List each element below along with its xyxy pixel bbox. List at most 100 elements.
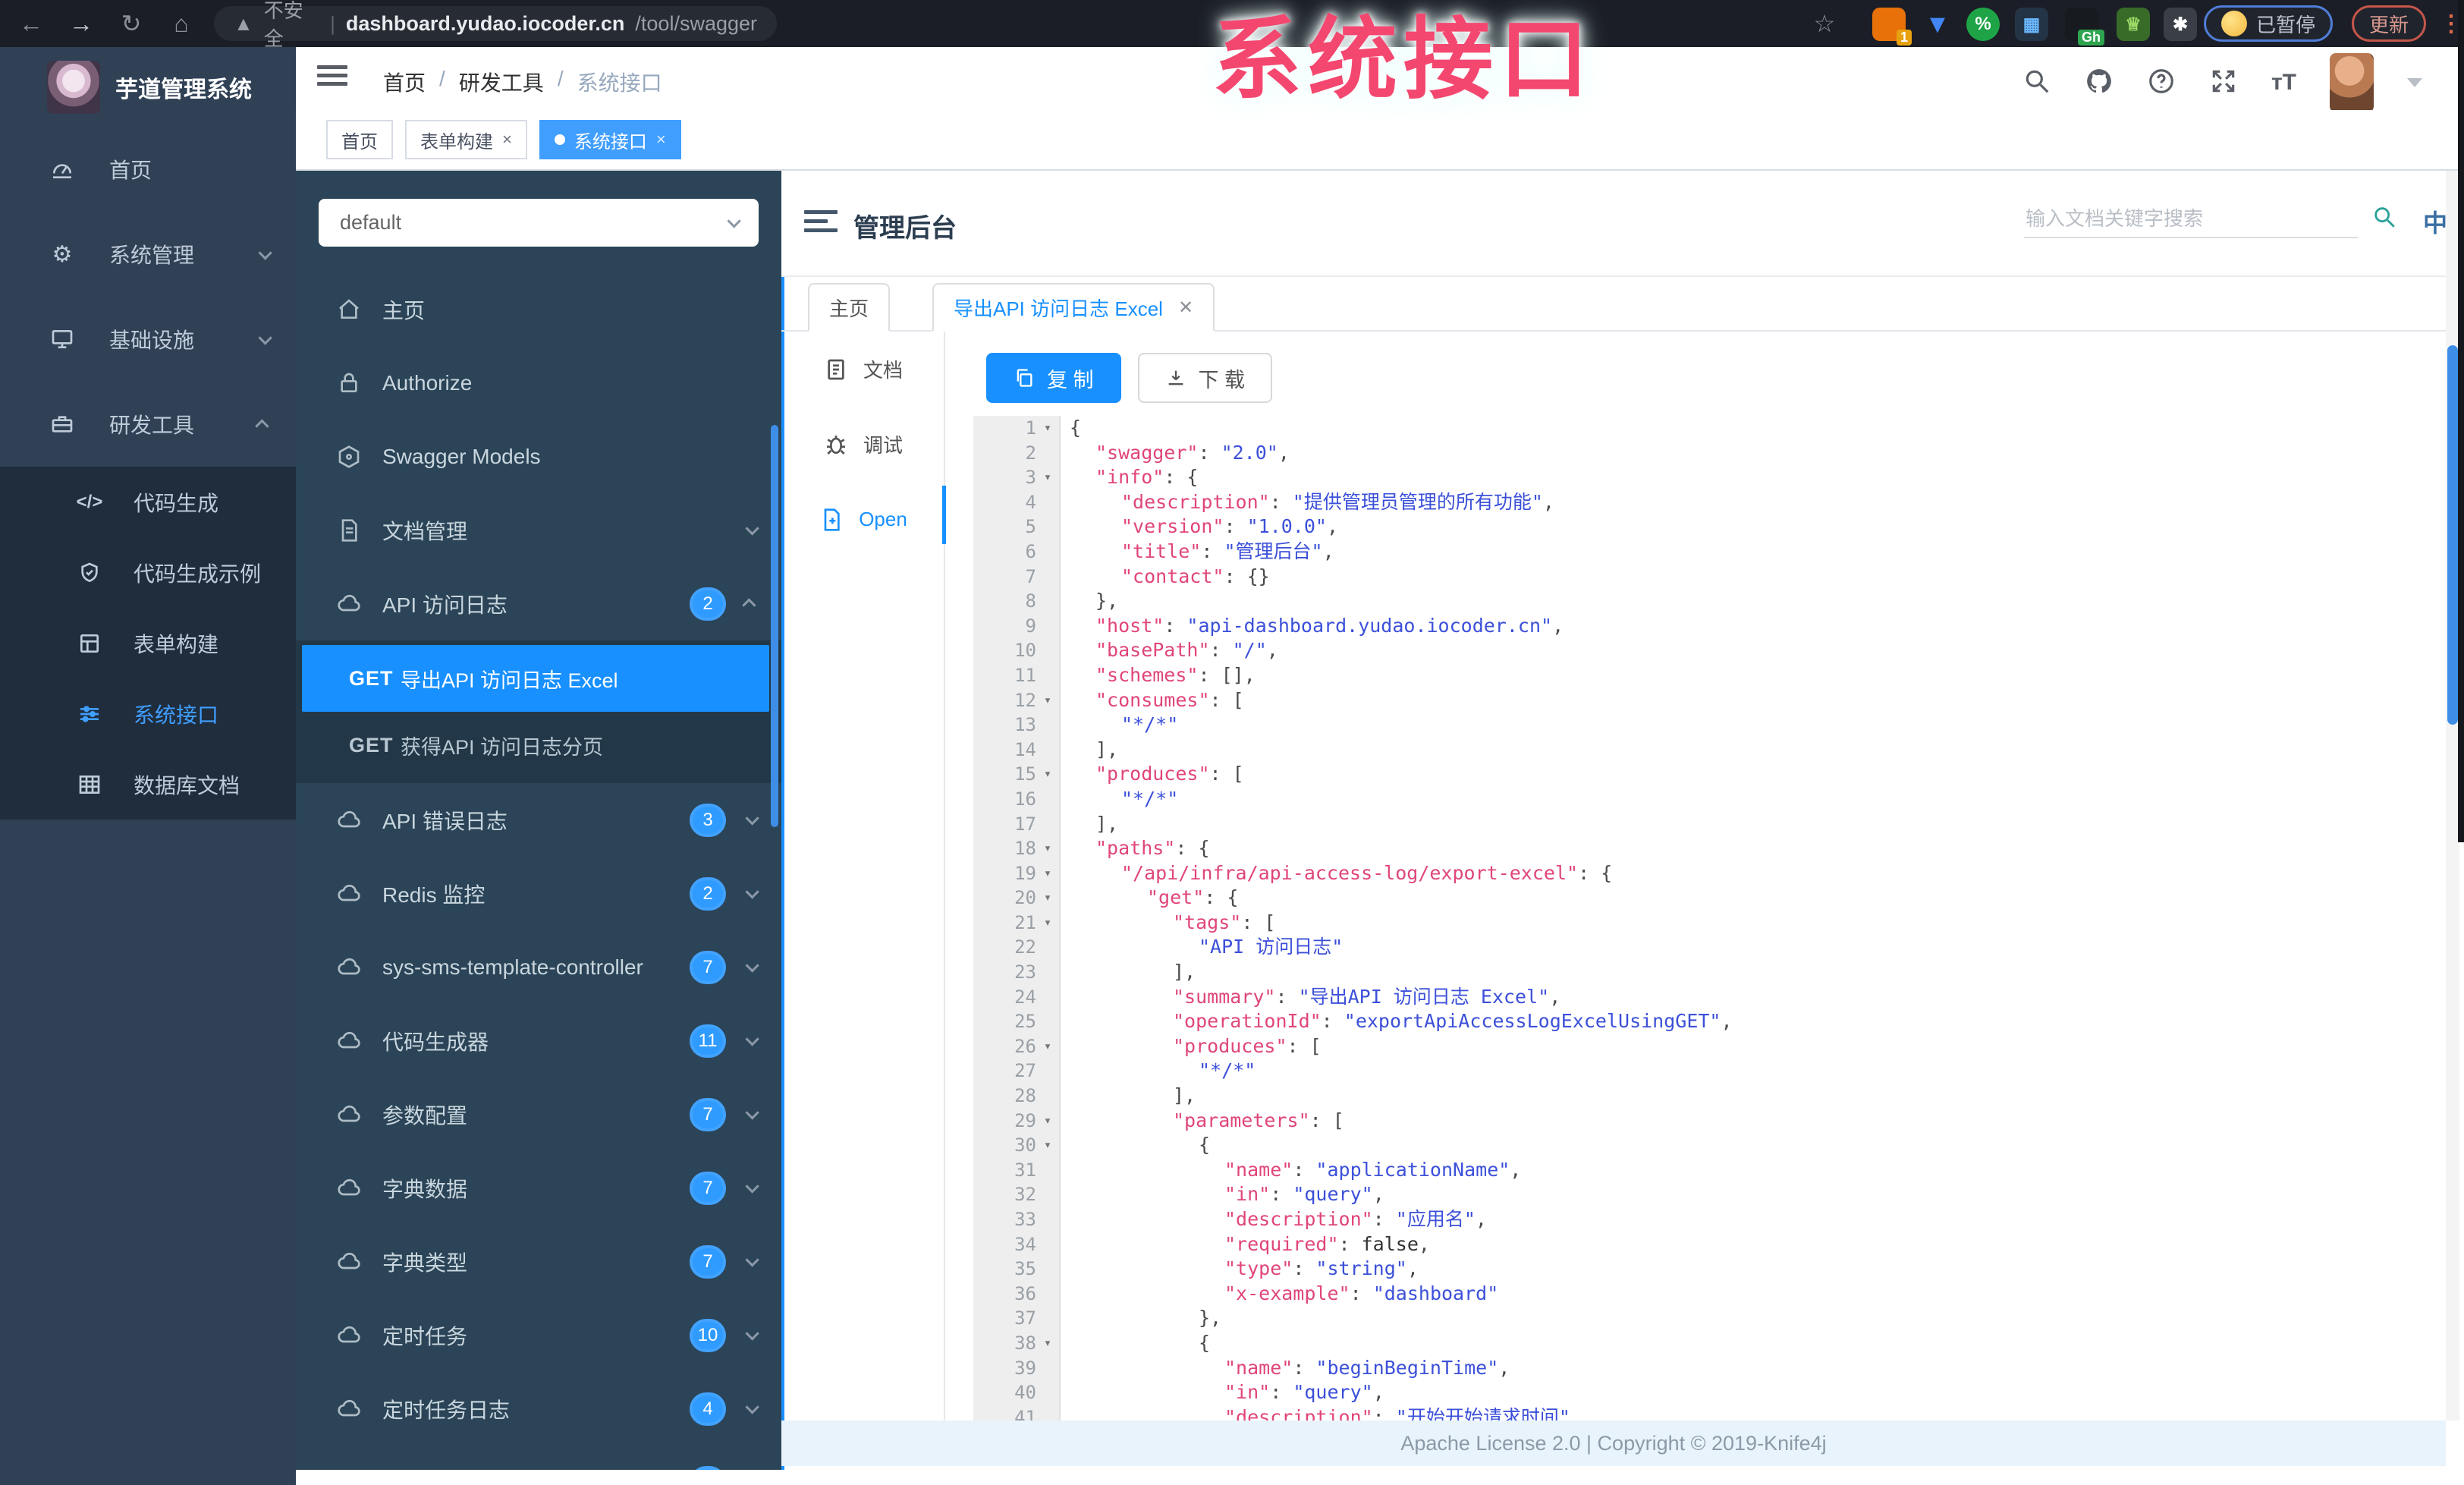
line-number-gutter[interactable]: 14 bbox=[973, 737, 1061, 763]
download-button[interactable]: 下 载 bbox=[1137, 353, 1273, 403]
sidebar-subitem-代码生成[interactable]: </> 代码生成 bbox=[0, 467, 296, 537]
avatar[interactable] bbox=[2330, 53, 2374, 112]
sidebar-item-基础设施[interactable]: 基础设施 bbox=[0, 297, 296, 382]
menu-fold-icon[interactable] bbox=[804, 210, 838, 238]
line-number-gutter[interactable]: 17 bbox=[973, 811, 1061, 837]
api-group-主页[interactable]: 主页 bbox=[296, 272, 781, 346]
line-number-gutter[interactable]: 32 bbox=[973, 1182, 1061, 1207]
line-number-gutter[interactable]: 6 bbox=[973, 539, 1061, 565]
line-number-gutter[interactable]: 19 ▾ bbox=[973, 860, 1061, 886]
sidebar-subitem-表单构建[interactable]: 表单构建 bbox=[0, 608, 296, 678]
line-number-gutter[interactable]: 21 ▾ bbox=[973, 910, 1061, 936]
address-bar[interactable]: ▲ 不安全 | dashboard.yudao.iocoder.cn /tool… bbox=[214, 0, 777, 50]
fold-icon[interactable]: ▾ bbox=[1036, 465, 1059, 490]
sidebar-item-首页[interactable]: 首页 bbox=[0, 127, 296, 212]
line-number-gutter[interactable]: 41 bbox=[973, 1405, 1061, 1421]
api-group-API 错误日志[interactable]: API 错误日志 3 bbox=[296, 783, 781, 857]
api-group-参数配置[interactable]: 参数配置 7 bbox=[296, 1078, 781, 1151]
fold-icon[interactable]: ▾ bbox=[1036, 911, 1059, 936]
fold-icon[interactable]: ▾ bbox=[1036, 836, 1059, 861]
fold-icon[interactable]: ▾ bbox=[1036, 861, 1059, 886]
sidebar-scrollbar[interactable] bbox=[771, 425, 778, 827]
line-number-gutter[interactable]: 2 bbox=[973, 440, 1061, 466]
sidebar-subitem-系统接口[interactable]: 系统接口 bbox=[0, 678, 296, 749]
api-endpoint-获得API 访问日志分页[interactable]: GET 获得API 访问日志分页 bbox=[302, 712, 769, 779]
line-number-gutter[interactable]: 29 ▾ bbox=[973, 1108, 1061, 1134]
line-number-gutter[interactable]: 23 bbox=[973, 960, 1061, 985]
line-number-gutter[interactable]: 26 ▾ bbox=[973, 1034, 1061, 1059]
doc-search-icon[interactable] bbox=[2371, 204, 2397, 234]
api-group-字典数据[interactable]: 字典数据 7 bbox=[296, 1151, 781, 1225]
line-number-gutter[interactable]: 38 ▾ bbox=[973, 1330, 1061, 1356]
line-number-gutter[interactable]: 20 ▾ bbox=[973, 886, 1061, 911]
breadcrumb-item[interactable]: 研发工具 bbox=[459, 67, 544, 97]
api-group-代码生成器[interactable]: 代码生成器 11 bbox=[296, 1004, 781, 1078]
fold-icon[interactable]: ▾ bbox=[1036, 1133, 1059, 1158]
line-number-gutter[interactable]: 39 bbox=[973, 1355, 1061, 1381]
sidebar-item-系统管理[interactable]: ⚙ 系统管理 bbox=[0, 212, 296, 297]
line-number-gutter[interactable]: 24 bbox=[973, 984, 1061, 1010]
api-group-定时任务[interactable]: 定时任务 10 bbox=[296, 1298, 781, 1372]
mini-nav-Open[interactable]: Open bbox=[781, 482, 944, 557]
extension-icon[interactable]: Gh bbox=[2065, 8, 2104, 46]
line-number-gutter[interactable]: 28 bbox=[973, 1084, 1061, 1109]
extension-icon[interactable]: % bbox=[1966, 8, 2000, 41]
help-icon[interactable] bbox=[2147, 67, 2176, 99]
copy-button[interactable]: 复 制 bbox=[986, 353, 1121, 403]
app-logo[interactable]: 芋道管理系统 bbox=[0, 47, 296, 127]
search-icon[interactable] bbox=[2022, 67, 2051, 99]
api-group-Swagger Models[interactable]: Swagger Models bbox=[296, 420, 781, 493]
sidebar-collapse-icon[interactable] bbox=[317, 65, 347, 91]
fold-icon[interactable]: ▾ bbox=[1036, 1034, 1059, 1059]
sidebar-item-研发工具[interactable]: 研发工具 bbox=[0, 382, 296, 467]
line-number-gutter[interactable]: 25 bbox=[973, 1009, 1061, 1034]
browser-update-button[interactable]: 更新 bbox=[2352, 5, 2427, 42]
line-number-gutter[interactable]: 9 bbox=[973, 613, 1061, 639]
fullscreen-icon[interactable] bbox=[2209, 67, 2238, 99]
line-number-gutter[interactable]: 30 ▾ bbox=[973, 1133, 1061, 1158]
fold-icon[interactable]: ▾ bbox=[1036, 688, 1059, 713]
fold-icon[interactable]: ▾ bbox=[1036, 762, 1059, 787]
line-number-gutter[interactable]: 40 bbox=[973, 1380, 1061, 1405]
extension-icon[interactable]: 1 bbox=[1872, 8, 1912, 46]
api-group-定时任务日志[interactable]: 定时任务日志 4 bbox=[296, 1372, 781, 1446]
fold-icon[interactable]: ▾ bbox=[1036, 886, 1059, 911]
chevron-down-icon[interactable] bbox=[2407, 78, 2422, 87]
tag-表单构建[interactable]: 表单构建 × bbox=[405, 120, 527, 159]
line-number-gutter[interactable]: 11 bbox=[973, 662, 1061, 688]
line-number-gutter[interactable]: 12 ▾ bbox=[973, 687, 1061, 713]
extension-icon[interactable]: ▼ bbox=[1921, 8, 1954, 41]
api-group-文档管理[interactable]: 文档管理 bbox=[296, 493, 781, 567]
browser-back-icon[interactable]: ← bbox=[14, 6, 49, 41]
line-number-gutter[interactable]: 37 bbox=[973, 1306, 1061, 1331]
line-number-gutter[interactable]: 33 bbox=[973, 1207, 1061, 1232]
api-group-岗位[interactable]: 岗位 6 bbox=[296, 1446, 781, 1470]
line-number-gutter[interactable]: 36 bbox=[973, 1281, 1061, 1307]
extension-icon[interactable]: ♕ bbox=[2117, 8, 2150, 41]
bookmark-star-icon[interactable]: ☆ bbox=[1807, 6, 1842, 41]
line-number-gutter[interactable]: 31 bbox=[973, 1157, 1061, 1183]
browser-reload-icon[interactable]: ↻ bbox=[114, 6, 149, 41]
tag-系统接口[interactable]: 系统接口 × bbox=[539, 120, 681, 159]
sidebar-subitem-代码生成示例[interactable]: 代码生成示例 bbox=[0, 537, 296, 608]
breadcrumb-item[interactable]: 首页 bbox=[383, 67, 426, 97]
api-group-字典类型[interactable]: 字典类型 7 bbox=[296, 1225, 781, 1298]
github-icon[interactable] bbox=[2085, 67, 2114, 99]
mini-nav-调试[interactable]: 调试 bbox=[781, 407, 944, 482]
api-group-API 访问日志[interactable]: API 访问日志 2 bbox=[296, 567, 781, 640]
line-number-gutter[interactable]: 7 bbox=[973, 564, 1061, 590]
font-size-icon[interactable]: тT bbox=[2271, 70, 2296, 96]
doc-search-input[interactable] bbox=[2024, 201, 2358, 238]
browser-forward-icon[interactable]: → bbox=[64, 6, 99, 41]
fold-icon[interactable]: ▾ bbox=[1036, 1109, 1059, 1134]
extension-icon[interactable]: ▦ bbox=[2015, 8, 2048, 41]
line-number-gutter[interactable]: 10 bbox=[973, 638, 1061, 663]
extension-icon[interactable]: ✱ bbox=[2164, 8, 2197, 41]
profile-paused-chip[interactable]: 已暂停 bbox=[2204, 5, 2334, 42]
close-icon[interactable]: × bbox=[502, 130, 512, 149]
line-number-gutter[interactable]: 3 ▾ bbox=[973, 465, 1061, 490]
line-number-gutter[interactable]: 34 bbox=[973, 1232, 1061, 1257]
close-icon[interactable]: × bbox=[656, 130, 666, 149]
sidebar-subitem-数据库文档[interactable]: 数据库文档 bbox=[0, 749, 296, 820]
mini-nav-文档[interactable]: 文档 bbox=[781, 332, 944, 407]
